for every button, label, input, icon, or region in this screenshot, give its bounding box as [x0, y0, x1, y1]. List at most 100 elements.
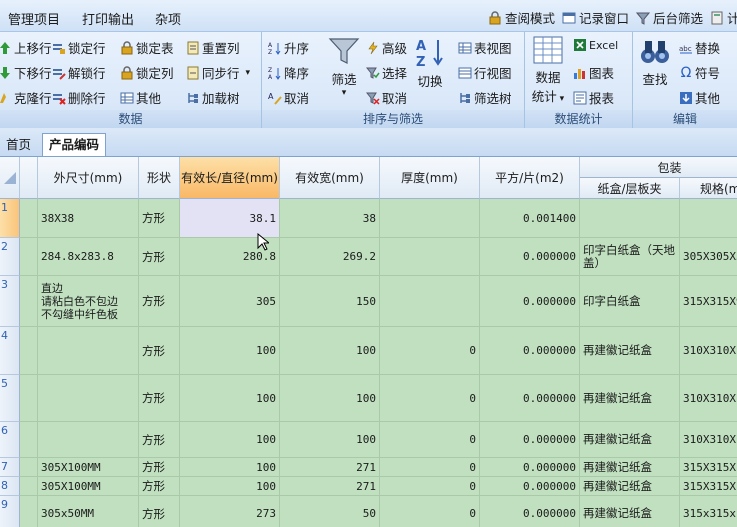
cell-box[interactable]: 再建徽记纸盒: [580, 496, 680, 527]
cell-spec[interactable]: 315x315x1: [680, 496, 737, 527]
header-area[interactable]: 平方/片(m2): [480, 157, 580, 199]
cell-shape[interactable]: 方形: [139, 422, 180, 458]
cell-spec[interactable]: 310X310X1: [680, 422, 737, 458]
cell-area[interactable]: 0.000000: [480, 458, 580, 477]
header-spec[interactable]: 规格(mm): [680, 178, 737, 199]
cell-shape[interactable]: 方形: [139, 496, 180, 527]
cell-effective-width[interactable]: 271: [280, 458, 380, 477]
edit-other-button[interactable]: 其他: [679, 88, 720, 107]
excel-button[interactable]: Excel: [573, 38, 618, 52]
cell-thickness[interactable]: [380, 199, 480, 238]
cell-effective-width[interactable]: 100: [280, 327, 380, 375]
cell-spec[interactable]: 315X315X1: [680, 458, 737, 477]
cell-box[interactable]: [580, 199, 680, 238]
cell-area[interactable]: 0.000000: [480, 477, 580, 496]
cell-box[interactable]: 再建徽记纸盒: [580, 477, 680, 496]
cell-thickness[interactable]: 0: [380, 422, 480, 458]
cell-shape[interactable]: 方形: [139, 238, 180, 276]
cell-box[interactable]: 再建徽记纸盒: [580, 375, 680, 422]
cell-effective-width[interactable]: 150: [280, 276, 380, 327]
cell-effective-length[interactable]: 100: [180, 375, 280, 422]
cell-spec[interactable]: 310X310X1: [680, 375, 737, 422]
cell-box[interactable]: 再建徽记纸盒: [580, 422, 680, 458]
advanced-filter-button[interactable]: 高级: [366, 38, 407, 57]
header-effective-length[interactable]: 有效长/直径(mm): [180, 157, 280, 199]
delete-row-button[interactable]: 删除行: [52, 88, 106, 107]
cell-thickness[interactable]: 0: [380, 496, 480, 527]
cell-shape[interactable]: 方形: [139, 199, 180, 238]
cell-effective-length[interactable]: 100: [180, 477, 280, 496]
unlock-row-button[interactable]: 解锁行: [52, 63, 106, 82]
tab-home[interactable]: 首页: [0, 134, 37, 156]
cell-effective-width[interactable]: 269.2: [280, 238, 380, 276]
toggle-button[interactable]: AZ 切换: [412, 36, 448, 90]
cell-effective-width[interactable]: 38: [280, 199, 380, 238]
cell-effective-length[interactable]: 100: [180, 458, 280, 477]
background-filter-button[interactable]: 后台筛选: [636, 8, 703, 27]
table-view-button[interactable]: 表视图: [458, 38, 512, 57]
lock-column-button[interactable]: 锁定列: [120, 63, 174, 82]
chevron-down-icon[interactable]: ▾: [557, 94, 565, 104]
chevron-down-icon[interactable]: ▾: [326, 88, 362, 98]
menu-misc[interactable]: 杂项: [155, 9, 181, 28]
row-number[interactable]: 7: [0, 458, 20, 477]
cell-area[interactable]: 0.000000: [480, 422, 580, 458]
row-number[interactable]: 4: [0, 327, 20, 375]
header-shape[interactable]: 形状: [139, 157, 180, 199]
cell-box[interactable]: 再建徽记纸盒: [580, 458, 680, 477]
cell-effective-length[interactable]: 100: [180, 327, 280, 375]
cell-outer-size[interactable]: 305X100MM: [38, 477, 139, 496]
row-number[interactable]: 3: [0, 276, 20, 327]
cell-outer-size[interactable]: 284.8x283.8: [38, 238, 139, 276]
cell-area[interactable]: 0.000000: [480, 496, 580, 527]
cell-outer-size[interactable]: 直边 请粘白色不包边 不勾缝中纤色板: [38, 276, 139, 327]
menu-manage[interactable]: 管理项目: [8, 9, 60, 28]
find-button[interactable]: 查找: [637, 38, 673, 88]
filter-button[interactable]: 筛选 ▾: [326, 36, 362, 98]
row-number[interactable]: 9: [0, 496, 20, 527]
cell-spec[interactable]: 315X315X9: [680, 276, 737, 327]
cell-outer-size[interactable]: [38, 327, 139, 375]
cell-thickness[interactable]: 0: [380, 458, 480, 477]
chevron-down-icon[interactable]: ▾: [246, 68, 251, 78]
cell-thickness[interactable]: [380, 276, 480, 327]
calc-button[interactable]: 计: [710, 8, 737, 27]
chart-button[interactable]: 图表: [573, 63, 614, 82]
cell-box[interactable]: 印字白纸盒（天地盖）: [580, 238, 680, 276]
cell-effective-width[interactable]: 50: [280, 496, 380, 527]
header-effective-width[interactable]: 有效宽(mm): [280, 157, 380, 199]
cell-spec[interactable]: 315X315X1: [680, 477, 737, 496]
cell-outer-size[interactable]: 305x50MM: [38, 496, 139, 527]
select-all-corner[interactable]: [0, 157, 20, 199]
cell-thickness[interactable]: [380, 238, 480, 276]
reset-column-button[interactable]: 重置列: [186, 38, 240, 57]
header-box[interactable]: 纸盒/层板夹: [580, 178, 680, 199]
cell-shape[interactable]: 方形: [139, 477, 180, 496]
cell-effective-length[interactable]: 100: [180, 422, 280, 458]
cell-outer-size[interactable]: [38, 422, 139, 458]
cell-outer-size[interactable]: 305X100MM: [38, 458, 139, 477]
menu-print[interactable]: 打印输出: [82, 9, 134, 28]
row-number[interactable]: 1: [0, 199, 20, 238]
select-filter-button[interactable]: 选择: [366, 63, 407, 82]
cell-effective-width[interactable]: 271: [280, 477, 380, 496]
sort-cancel-button[interactable]: A 取消: [268, 88, 309, 107]
data-stats-button[interactable]: 数据 统计 ▾: [531, 36, 565, 105]
clone-row-button[interactable]: 克隆行: [0, 88, 52, 107]
replace-button[interactable]: abc 替换: [679, 38, 720, 57]
move-down-button[interactable]: 下移行: [0, 63, 52, 82]
tab-product-code[interactable]: 产品编码: [42, 133, 107, 156]
cell-spec[interactable]: 305X305X5: [680, 238, 737, 276]
cell-shape[interactable]: 方形: [139, 375, 180, 422]
cell-area[interactable]: 0.001400: [480, 199, 580, 238]
cell-area[interactable]: 0.000000: [480, 276, 580, 327]
cell-shape[interactable]: 方形: [139, 327, 180, 375]
row-number[interactable]: 8: [0, 477, 20, 496]
cell-thickness[interactable]: 0: [380, 375, 480, 422]
filter-cancel-button[interactable]: 取消: [366, 88, 407, 107]
cell-spec[interactable]: 310X310X1: [680, 327, 737, 375]
cell-shape[interactable]: 方形: [139, 458, 180, 477]
report-button[interactable]: 报表: [573, 88, 614, 107]
cell-outer-size[interactable]: [38, 375, 139, 422]
sync-row-button[interactable]: 同步行 ▾: [186, 63, 250, 82]
